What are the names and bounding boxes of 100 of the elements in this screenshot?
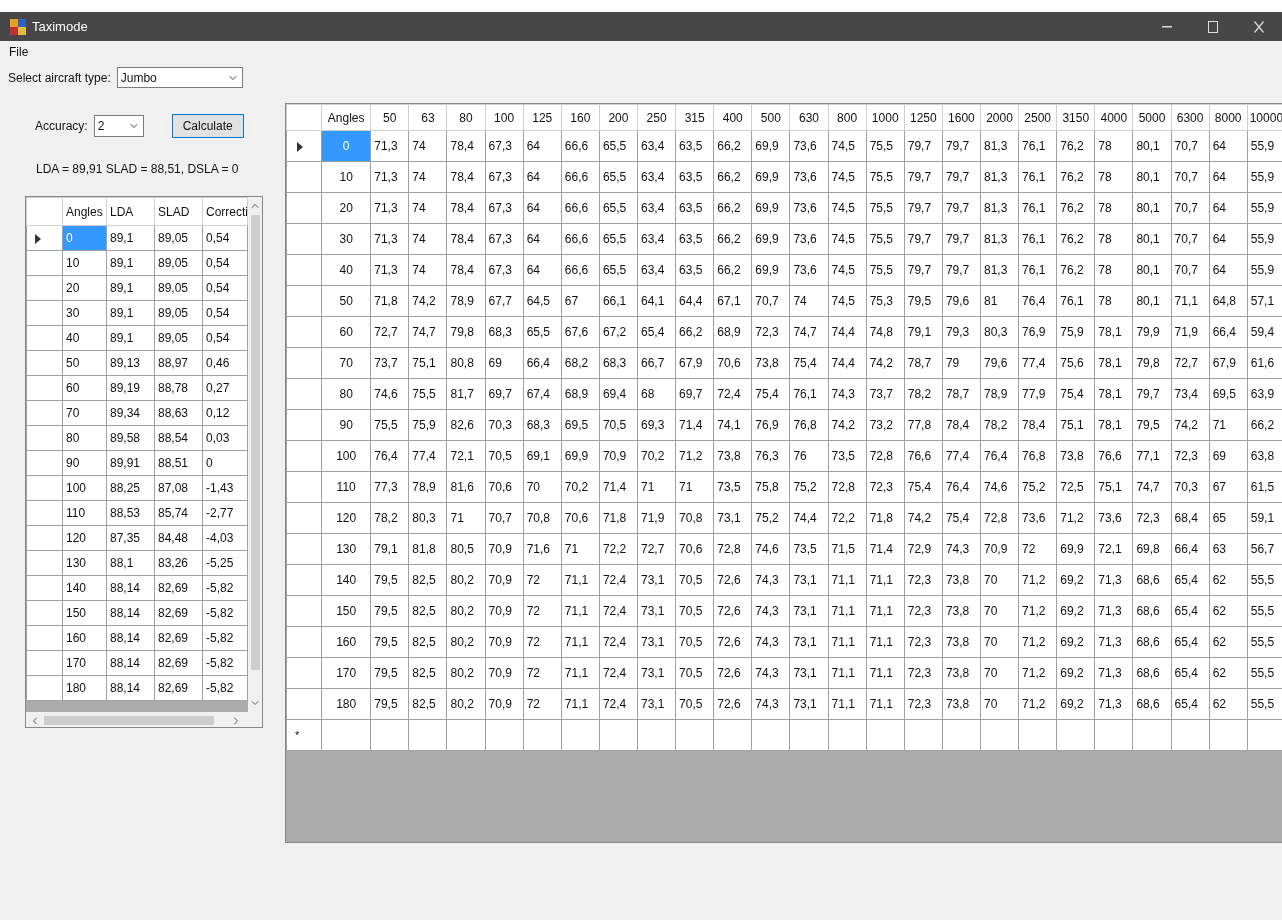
column-header[interactable]: 8000 (1209, 104, 1248, 131)
table-cell: 71,2 (1018, 595, 1057, 627)
table-cell: 88,14 (106, 650, 155, 676)
table-cell: 71 (675, 471, 714, 503)
aircraft-type-select[interactable]: Jumbo (116, 67, 243, 88)
table-cell: 73,6 (789, 161, 829, 193)
column-header[interactable]: 4000 (1094, 104, 1133, 131)
table-cell: 63,4 (637, 223, 676, 255)
table-cell: 65,5 (599, 192, 638, 224)
column-header[interactable]: 200 (599, 104, 638, 131)
table-cell: 79,7 (942, 223, 981, 255)
column-header[interactable]: 400 (713, 104, 752, 131)
table-cell: 68 (637, 378, 676, 410)
table-cell: 0,12 (202, 400, 248, 426)
table-cell: 81,3 (980, 161, 1019, 193)
table-cell: 64 (1209, 130, 1248, 162)
table-cell: 76,2 (1056, 254, 1095, 286)
accuracy-label: Accuracy: (35, 118, 88, 135)
horizontal-scrollbar[interactable] (26, 712, 262, 727)
column-header[interactable]: 315 (675, 104, 714, 131)
column-header[interactable]: 160 (561, 104, 600, 131)
table-cell: 75,9 (1056, 316, 1095, 348)
column-header[interactable]: Angles (62, 197, 107, 226)
table-cell: 78 (1094, 285, 1133, 317)
column-header[interactable]: Angles (321, 104, 371, 131)
table-cell: 80,2 (446, 657, 486, 689)
table-cell: 70 (980, 657, 1019, 689)
table-cell: 70,3 (485, 409, 524, 441)
table-cell: 69,9 (751, 254, 790, 286)
table-cell: -5,82 (202, 625, 248, 651)
accuracy-select[interactable]: 2 (93, 115, 144, 137)
table-cell: 73,1 (789, 626, 829, 658)
column-header[interactable]: 3150 (1056, 104, 1095, 131)
table-cell: 71,3 (1094, 595, 1133, 627)
table-cell: 70,9 (599, 440, 638, 472)
column-header[interactable]: 125 (523, 104, 562, 131)
table-cell: 67,3 (485, 130, 524, 162)
column-header[interactable]: SLAD (154, 197, 203, 226)
table-cell: 70,7 (1171, 223, 1210, 255)
table-cell: 71,2 (1056, 502, 1095, 534)
result-text: LDA = 89,91 SLAD = 88,51, DSLA = 0 (36, 161, 239, 178)
column-header[interactable]: 100 (485, 104, 524, 131)
table-cell: 71,5 (828, 533, 867, 565)
table-cell: 78,9 (408, 471, 447, 503)
vertical-scrollbar[interactable] (248, 197, 262, 712)
column-header[interactable]: 50 (370, 104, 409, 131)
table-cell: 65,4 (1171, 626, 1210, 658)
column-header[interactable]: 5000 (1132, 104, 1172, 131)
table-cell: 71,8 (599, 502, 638, 534)
column-header[interactable]: 2500 (1018, 104, 1057, 131)
column-header[interactable]: LDA (106, 197, 155, 226)
column-header[interactable]: 6300 (1171, 104, 1210, 131)
new-row-marker: * (295, 729, 300, 741)
table-cell: 77,4 (942, 440, 981, 472)
table-cell: 75,2 (751, 502, 790, 534)
table-cell: 80,3 (980, 316, 1019, 348)
table-cell: 66,2 (713, 254, 752, 286)
column-header[interactable]: 500 (751, 104, 790, 131)
table-cell: 74,3 (828, 378, 867, 410)
table-cell: 75,4 (751, 378, 790, 410)
menu-item[interactable]: File (8, 43, 30, 61)
column-header[interactable]: 800 (828, 104, 867, 131)
scrollbar-thumb[interactable] (44, 716, 214, 725)
column-header[interactable]: 10000 (1247, 104, 1282, 131)
table-cell: 70 (980, 626, 1019, 658)
table-cell: 68,3 (485, 316, 524, 348)
column-header[interactable]: 63 (408, 104, 447, 131)
table-cell: 80,1 (1132, 161, 1172, 193)
table-cell: 71,1 (828, 657, 867, 689)
table-cell: 180 (62, 675, 107, 701)
table-cell: 71,3 (1094, 688, 1133, 720)
table-cell: 72,3 (904, 626, 943, 658)
column-header[interactable]: 1000 (866, 104, 905, 131)
table-cell: 84,48 (154, 525, 203, 551)
table-cell: 74,5 (828, 285, 867, 317)
row-indicator-icon (297, 141, 303, 152)
calculate-button[interactable]: Calculate (171, 114, 244, 138)
column-header[interactable]: 250 (637, 104, 676, 131)
column-header[interactable]: 80 (446, 104, 486, 131)
table-cell: 0,54 (202, 300, 248, 326)
table-cell: 72,4 (599, 626, 638, 658)
column-header[interactable]: Correcti (202, 197, 248, 226)
table-cell: 89,1 (106, 325, 155, 351)
table-cell: 70,3 (1171, 471, 1210, 503)
table-cell: 73,8 (942, 626, 981, 658)
table-cell: 82,5 (408, 564, 447, 596)
table-cell: 69,9 (561, 440, 600, 472)
column-header[interactable]: 1250 (904, 104, 943, 131)
table-cell: 66,4 (1171, 533, 1210, 565)
scrollbar-thumb[interactable] (250, 215, 260, 670)
column-header[interactable]: 630 (789, 104, 829, 131)
table-cell: 80,1 (1132, 285, 1172, 317)
table-cell: 64,4 (675, 285, 714, 317)
table-cell: 67,3 (485, 254, 524, 286)
column-header[interactable]: 2000 (980, 104, 1019, 131)
table-cell: 82,69 (154, 625, 203, 651)
table-cell: 72,8 (866, 440, 905, 472)
table-cell: 89,05 (154, 225, 203, 251)
row-indicator-icon (35, 233, 41, 244)
column-header[interactable]: 1600 (942, 104, 981, 131)
